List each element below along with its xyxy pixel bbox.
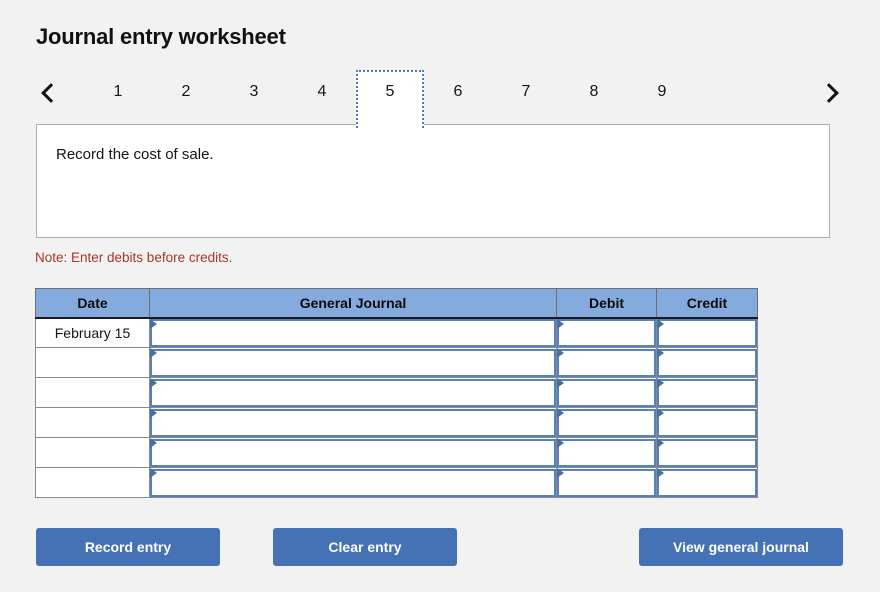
debit-input[interactable] — [557, 348, 656, 377]
dropdown-marker-icon — [150, 408, 157, 418]
date-cell — [35, 437, 150, 468]
date-cell — [35, 467, 150, 498]
tab-5[interactable]: 5 — [356, 70, 424, 128]
chevron-right-icon — [819, 83, 839, 103]
general-journal-cell — [149, 467, 557, 498]
dropdown-marker-icon — [657, 468, 664, 478]
general-journal-input[interactable] — [150, 468, 556, 497]
credit-cell — [656, 317, 758, 348]
table-header-row: Date General Journal Debit Credit — [35, 288, 758, 319]
column-header-general-journal: General Journal — [149, 288, 557, 319]
general-journal-input[interactable] — [150, 438, 556, 467]
dropdown-marker-icon — [657, 348, 664, 358]
general-journal-cell — [149, 377, 557, 408]
general-journal-cell — [149, 437, 557, 468]
credit-cell — [656, 437, 758, 468]
dropdown-marker-icon — [557, 378, 564, 388]
record-entry-button[interactable]: Record entry — [36, 528, 220, 566]
general-journal-input[interactable] — [150, 408, 556, 437]
date-cell — [35, 377, 150, 408]
debit-input[interactable] — [557, 438, 656, 467]
table-row — [35, 377, 758, 408]
debit-input[interactable] — [557, 378, 656, 407]
date-cell — [35, 347, 150, 378]
table-row — [35, 407, 758, 438]
column-header-date: Date — [35, 288, 150, 319]
tab-3[interactable]: 3 — [220, 70, 288, 116]
tab-1[interactable]: 1 — [84, 70, 152, 116]
debit-cell — [556, 317, 657, 348]
next-tab-button[interactable] — [816, 70, 846, 116]
dropdown-marker-icon — [657, 408, 664, 418]
dropdown-marker-icon — [557, 468, 564, 478]
instruction-panel: Record the cost of sale. — [36, 124, 830, 238]
general-journal-input[interactable] — [150, 378, 556, 407]
table-body: February 15 — [35, 317, 758, 498]
tab-6[interactable]: 6 — [424, 70, 492, 116]
credit-input[interactable] — [657, 408, 757, 437]
dropdown-marker-icon — [150, 378, 157, 388]
instruction-text: Record the cost of sale. — [56, 146, 214, 163]
general-journal-input[interactable] — [150, 318, 556, 347]
credit-input[interactable] — [657, 348, 757, 377]
tab-4[interactable]: 4 — [288, 70, 356, 116]
tab-8[interactable]: 8 — [560, 70, 628, 116]
dropdown-marker-icon — [557, 438, 564, 448]
credit-cell — [656, 467, 758, 498]
clear-entry-button[interactable]: Clear entry — [273, 528, 457, 566]
journal-entry-table: Date General Journal Debit Credit Februa… — [35, 288, 758, 498]
date-cell: February 15 — [35, 317, 150, 348]
dropdown-marker-icon — [150, 438, 157, 448]
tab-2[interactable]: 2 — [152, 70, 220, 116]
dropdown-marker-icon — [150, 318, 157, 329]
credit-input[interactable] — [657, 378, 757, 407]
general-journal-cell — [149, 317, 557, 348]
credit-input[interactable] — [657, 468, 757, 497]
chevron-left-icon — [41, 83, 61, 103]
dropdown-marker-icon — [150, 468, 157, 478]
dropdown-marker-icon — [657, 378, 664, 388]
column-header-debit: Debit — [556, 288, 657, 319]
date-cell — [35, 407, 150, 438]
general-journal-input[interactable] — [150, 348, 556, 377]
tab-list: 123456789 — [84, 70, 796, 128]
debit-cell — [556, 347, 657, 378]
debit-input[interactable] — [557, 408, 656, 437]
table-row — [35, 467, 758, 498]
general-journal-cell — [149, 407, 557, 438]
dropdown-marker-icon — [557, 408, 564, 418]
debit-cell — [556, 377, 657, 408]
credit-input[interactable] — [657, 438, 757, 467]
credit-cell — [656, 377, 758, 408]
dropdown-marker-icon — [557, 348, 564, 358]
dropdown-marker-icon — [557, 318, 564, 329]
worksheet-tab-strip: 123456789 — [34, 70, 846, 128]
debit-input[interactable] — [557, 468, 656, 497]
credit-input[interactable] — [657, 318, 757, 347]
debit-input[interactable] — [557, 318, 656, 347]
table-row — [35, 437, 758, 468]
table-row: February 15 — [35, 317, 758, 348]
tab-9[interactable]: 9 — [628, 70, 696, 116]
debit-cell — [556, 407, 657, 438]
column-header-credit: Credit — [656, 288, 758, 319]
previous-tab-button[interactable] — [34, 70, 64, 116]
credit-cell — [656, 407, 758, 438]
table-row — [35, 347, 758, 378]
dropdown-marker-icon — [657, 318, 664, 329]
debits-before-credits-note: Note: Enter debits before credits. — [35, 250, 233, 265]
journal-entry-worksheet-page: Journal entry worksheet 123456789 Record… — [0, 0, 880, 592]
credit-cell — [656, 347, 758, 378]
tab-7[interactable]: 7 — [492, 70, 560, 116]
debit-cell — [556, 437, 657, 468]
view-general-journal-button[interactable]: View general journal — [639, 528, 843, 566]
dropdown-marker-icon — [657, 438, 664, 448]
general-journal-cell — [149, 347, 557, 378]
page-title: Journal entry worksheet — [36, 24, 286, 49]
debit-cell — [556, 467, 657, 498]
dropdown-marker-icon — [150, 348, 157, 358]
